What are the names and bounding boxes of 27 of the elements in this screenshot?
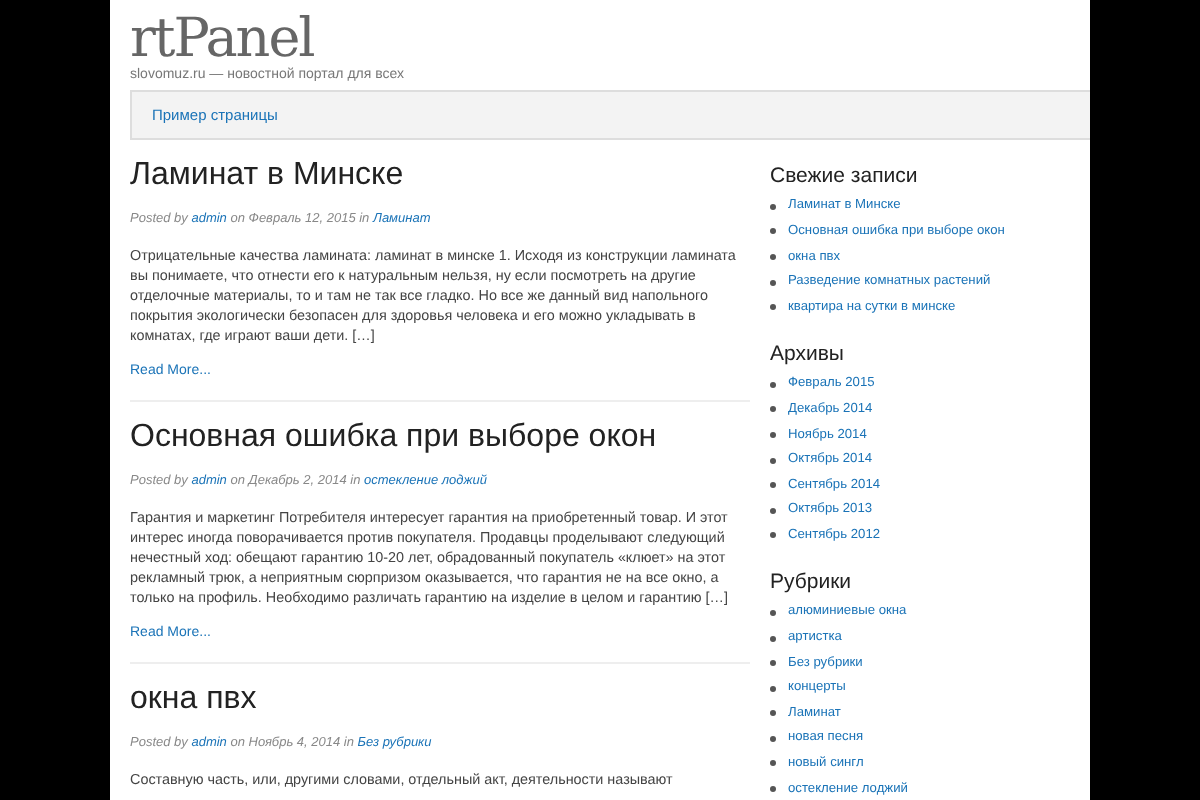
site-logo[interactable]: rtPanel bbox=[130, 0, 1090, 66]
bullet-icon bbox=[770, 203, 776, 210]
bullet-icon bbox=[770, 532, 776, 539]
bullet-icon bbox=[770, 507, 776, 514]
widget-title: Архивы bbox=[770, 341, 846, 368]
bullet-icon bbox=[770, 710, 776, 717]
post-title[interactable]: окна пвх bbox=[130, 680, 750, 718]
widget-title: Рубрики bbox=[770, 570, 854, 597]
bullet-icon bbox=[770, 685, 776, 692]
bullet-icon bbox=[770, 735, 776, 742]
bullet-icon bbox=[770, 228, 776, 235]
bullet-icon bbox=[770, 279, 776, 286]
bullet-icon bbox=[770, 660, 776, 667]
bullet-icon bbox=[770, 304, 776, 311]
bullet-icon bbox=[770, 406, 776, 413]
bullet-icon bbox=[770, 609, 776, 616]
bullet-icon bbox=[770, 786, 776, 793]
bullet-icon bbox=[770, 381, 776, 388]
bullet-icon bbox=[770, 457, 776, 464]
bullet-icon bbox=[770, 760, 776, 767]
post-title[interactable]: Ламинат в Минске bbox=[130, 156, 750, 194]
bullet-icon bbox=[770, 635, 776, 642]
bullet-icon bbox=[770, 482, 776, 489]
widget-title: Свежие записи bbox=[770, 164, 920, 190]
post-title[interactable]: Основная ошибка при выборе окон bbox=[130, 418, 750, 456]
bullet-icon bbox=[770, 253, 776, 260]
bullet-icon bbox=[770, 431, 776, 438]
